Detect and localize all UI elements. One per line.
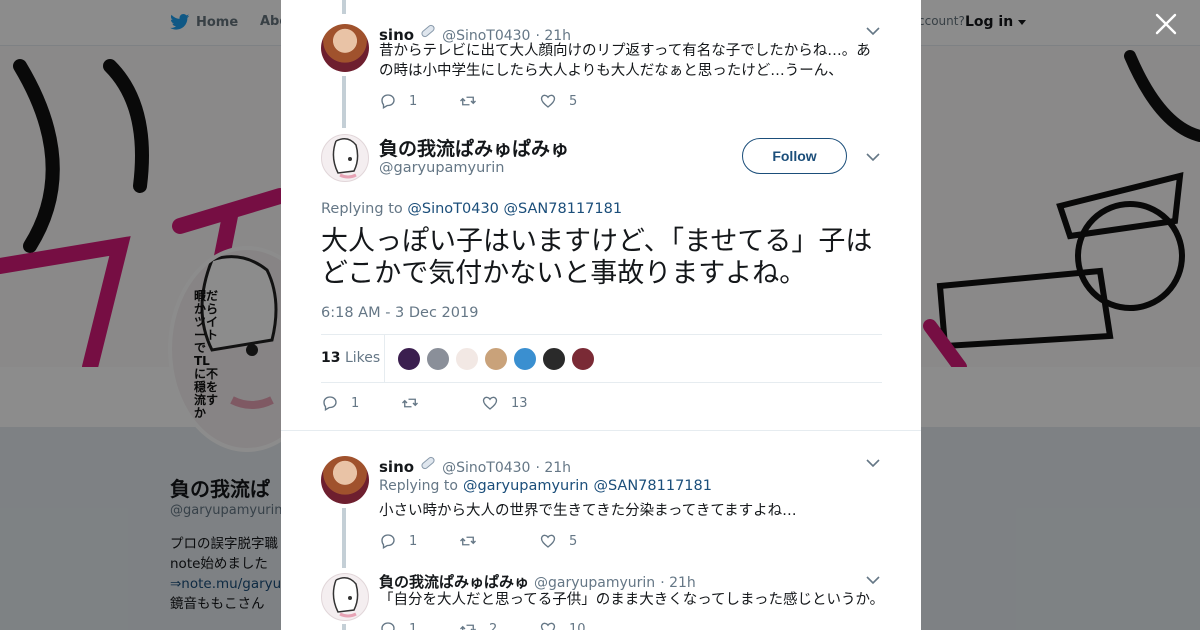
tweet-stats: 13 Likes — [321, 334, 882, 383]
tweet-actions: 1 5 — [379, 92, 619, 110]
like-count: 10 — [569, 621, 586, 630]
reply-icon — [323, 396, 337, 411]
pill-icon — [421, 24, 435, 38]
retweet-button[interactable] — [459, 92, 539, 110]
author-handle[interactable]: @garyupamyurin — [534, 575, 655, 591]
chevron-down-icon[interactable] — [866, 26, 880, 36]
tweet-text: 大人っぽい子はいますけど、「ませてる」子はどこかで気付かないと事故りますよね。 — [321, 226, 873, 289]
liker-avatar[interactable] — [484, 347, 508, 371]
liker-avatar[interactable] — [426, 347, 450, 371]
likes-stat[interactable]: 13 Likes — [321, 350, 380, 366]
reply-icon — [381, 534, 395, 549]
tweet-actions: 1 2 10 — [379, 620, 619, 630]
mention-link[interactable]: @SAN78117181 — [504, 201, 623, 217]
reply-icon — [381, 622, 395, 630]
avatar-illustration — [332, 577, 359, 618]
likers-avatars — [397, 347, 595, 371]
liker-avatar[interactable] — [571, 347, 595, 371]
mention-link[interactable]: @SAN78117181 — [593, 478, 712, 494]
tweet-permalink-modal: sino @SinoT0430 · 21h 昔からテレビに出て大人顔向けのリプ返… — [281, 0, 921, 630]
thread-line — [342, 76, 346, 128]
chevron-down-icon[interactable] — [866, 458, 880, 468]
like-button[interactable]: 13 — [481, 394, 561, 412]
avatar[interactable] — [321, 573, 369, 621]
like-button[interactable]: 5 — [539, 92, 619, 110]
author-name[interactable]: sino — [379, 458, 414, 476]
tweet-text: 昔からテレビに出て大人顔向けのリプ返すって有名な子でしたからね…。あの時は小中学… — [379, 43, 871, 79]
chevron-down-icon[interactable] — [866, 575, 880, 585]
chevron-down-icon[interactable] — [866, 152, 880, 162]
reply-button[interactable]: 1 — [379, 620, 459, 630]
divider — [384, 335, 385, 383]
retweet-icon — [460, 536, 476, 546]
replying-prefix: Replying to — [321, 201, 403, 217]
tweet-timestamp[interactable]: 6:18 AM - 3 Dec 2019 — [321, 305, 478, 321]
author-name[interactable]: 負の我流ぱみゅぱみゅ — [379, 571, 529, 592]
reply-count: 1 — [409, 93, 418, 109]
reply-icon — [381, 94, 395, 109]
like-count: 13 — [511, 395, 528, 411]
reply-button[interactable]: 1 — [379, 92, 459, 110]
replying-to: Replying to @SinoT0430 @SAN78117181 — [321, 201, 622, 217]
mention-link[interactable]: @garyupamyurin — [463, 478, 589, 494]
likes-label: Likes — [344, 350, 381, 366]
mention-link[interactable]: @SinoT0430 — [407, 201, 499, 217]
tweet-actions: 1 13 — [321, 394, 561, 412]
avatar[interactable] — [321, 134, 369, 182]
retweet-button[interactable] — [401, 394, 481, 412]
avatar-illustration — [332, 138, 359, 179]
reply-button[interactable]: 1 — [379, 532, 459, 550]
tweet-header: sino @SinoT0430 · 21h — [379, 454, 571, 476]
liker-avatar[interactable] — [455, 347, 479, 371]
replying-to: Replying to @garyupamyurin @SAN78117181 — [379, 478, 712, 494]
liker-avatar[interactable] — [513, 347, 537, 371]
retweet-button[interactable]: 2 — [459, 620, 539, 630]
pill-icon — [421, 456, 435, 470]
tweet-text: 小さい時から大人の世界で生きてきた分染まってきてますよね… — [379, 503, 797, 519]
tweet-header: 負の我流ぱみゅぱみゅ @garyupamyurin · 21h — [379, 571, 696, 592]
retweet-icon — [460, 624, 476, 630]
heart-icon — [540, 94, 556, 108]
avatar[interactable] — [321, 456, 369, 504]
retweet-icon — [460, 96, 476, 106]
replying-prefix: Replying to — [379, 478, 458, 494]
author-name[interactable]: 負の我流ぱみゅぱみゅ — [379, 134, 569, 161]
close-icon[interactable] — [1153, 11, 1179, 37]
follow-button[interactable]: Follow — [742, 138, 847, 174]
reply-count: 1 — [409, 621, 418, 630]
heart-icon — [540, 534, 556, 548]
like-count: 5 — [569, 533, 578, 549]
reply-count: 1 — [351, 395, 360, 411]
retweet-count: 2 — [489, 621, 498, 630]
like-button[interactable]: 10 — [539, 620, 619, 630]
author-handle[interactable]: @garyupamyurin — [379, 160, 505, 176]
tweet-actions: 1 5 — [379, 532, 619, 550]
liker-avatar[interactable] — [397, 347, 421, 371]
thread-line — [342, 508, 346, 568]
heart-icon — [482, 396, 498, 410]
heart-icon — [540, 622, 556, 630]
divider — [281, 430, 921, 431]
tweet-time[interactable]: · 21h — [535, 460, 571, 476]
avatar[interactable] — [321, 24, 369, 72]
like-count: 5 — [569, 93, 578, 109]
thread-line — [342, 624, 346, 630]
retweet-icon — [402, 398, 418, 408]
tweet-time[interactable]: · 21h — [660, 575, 696, 591]
likes-number: 13 — [321, 350, 341, 366]
thread-line — [342, 0, 346, 14]
tweet-text: 「自分を大人だと思ってる子供」のまま大きくなってしまった感じというか。 — [379, 592, 885, 608]
like-button[interactable]: 5 — [539, 532, 619, 550]
reply-button[interactable]: 1 — [321, 394, 401, 412]
retweet-button[interactable] — [459, 532, 539, 550]
author-handle[interactable]: @SinoT0430 — [442, 460, 530, 476]
liker-avatar[interactable] — [542, 347, 566, 371]
reply-count: 1 — [409, 533, 418, 549]
